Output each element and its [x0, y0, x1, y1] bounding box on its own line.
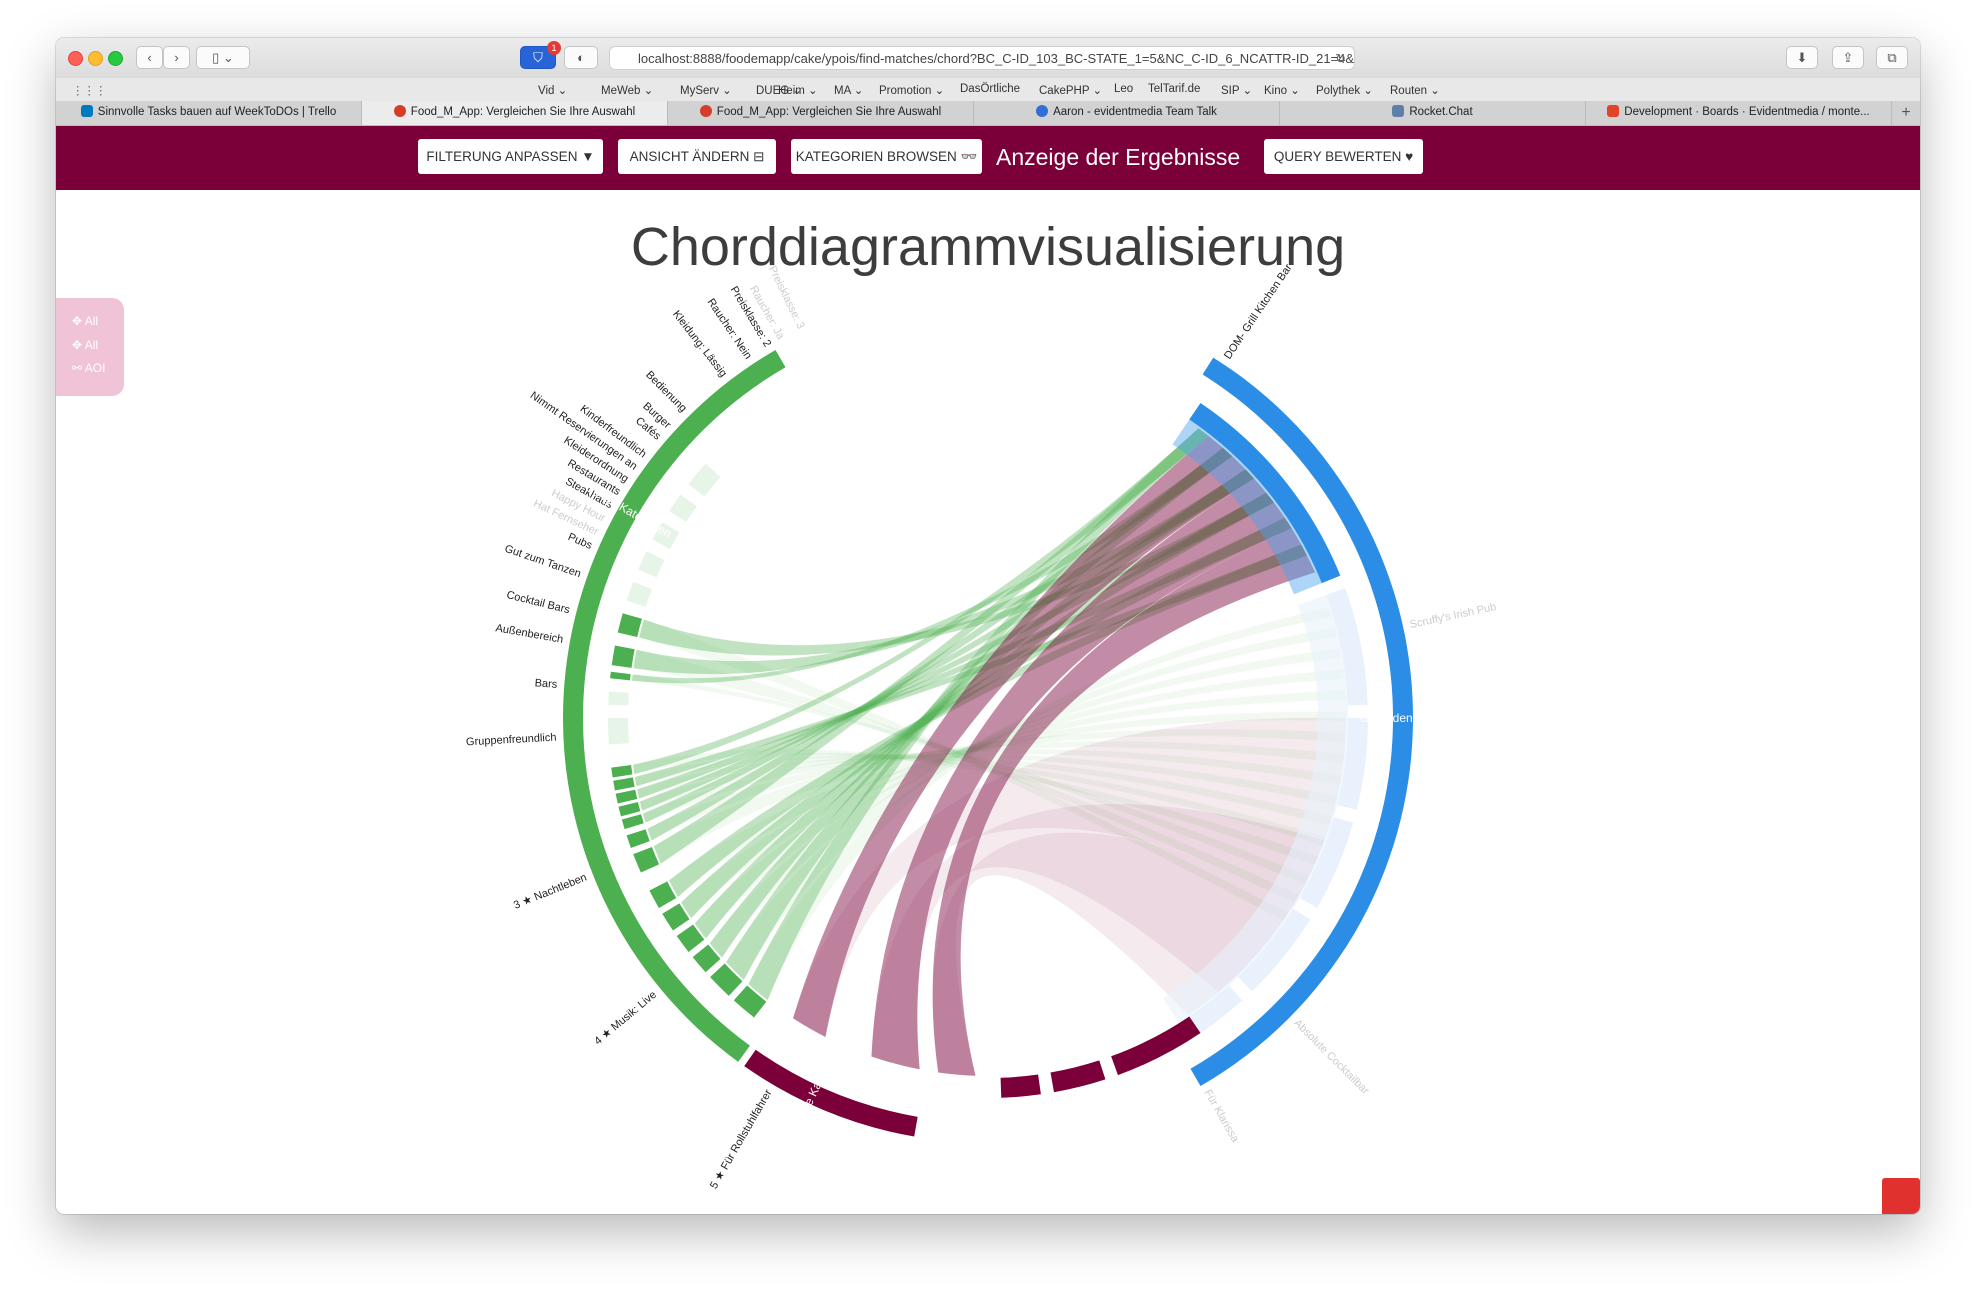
segment-arc: [669, 494, 697, 522]
segment-arc: [626, 581, 652, 607]
segment-arc: [611, 764, 633, 778]
category-label: 4 ★ Musik: Live: [592, 989, 659, 1048]
category-label: Außenbereich: [495, 622, 565, 646]
group-label-found: Gefundene Orte: [1360, 711, 1446, 725]
category-label: Gruppenfreundlich: [466, 732, 557, 749]
segment-arc: [608, 691, 629, 706]
segment-arc: [611, 645, 635, 668]
category-label: 5 ★ Für Rollstuhlfahrer: [708, 1087, 775, 1191]
category-label: Absolute Cocktailbar: [1291, 1017, 1371, 1097]
category-label: Gut zum Tanzen: [503, 543, 582, 580]
segment-arc: [613, 777, 635, 791]
category-label: Cocktail Bars: [505, 589, 571, 616]
segment-arc: [638, 551, 665, 578]
segment-arc: [688, 463, 721, 497]
segment-arc: [617, 613, 642, 638]
segment-arc: [633, 847, 660, 873]
segment-arc: [608, 718, 629, 745]
segment-arc: [1111, 1016, 1201, 1076]
app-logo: [1882, 1178, 1920, 1214]
segment-arc: [626, 829, 650, 848]
segment-arc: [610, 671, 631, 681]
category-label: Bars: [534, 677, 558, 691]
segment-arc: [618, 802, 641, 817]
segment-arc: [1050, 1060, 1106, 1093]
segment-arc: [621, 814, 644, 830]
segment-arc: [1000, 1074, 1041, 1098]
category-label: 3 ★ Nachtleben: [512, 871, 589, 911]
category-label: DOM- Grill Kitchen Bar: [1222, 262, 1295, 362]
segment-arc: [615, 789, 638, 804]
chord-diagram[interactable]: Preisklasse: 2Raucher: NeinKleidung: Läs…: [56, 38, 1920, 1214]
browser-window: ‹ › ▯ ⌄ ⛉ 1 ◐ localhost:8888/foodemapp/c…: [56, 38, 1920, 1214]
category-label: Scruffy's Irish Pub: [1409, 601, 1498, 631]
category-label: Für Klarissa: [1201, 1088, 1241, 1146]
